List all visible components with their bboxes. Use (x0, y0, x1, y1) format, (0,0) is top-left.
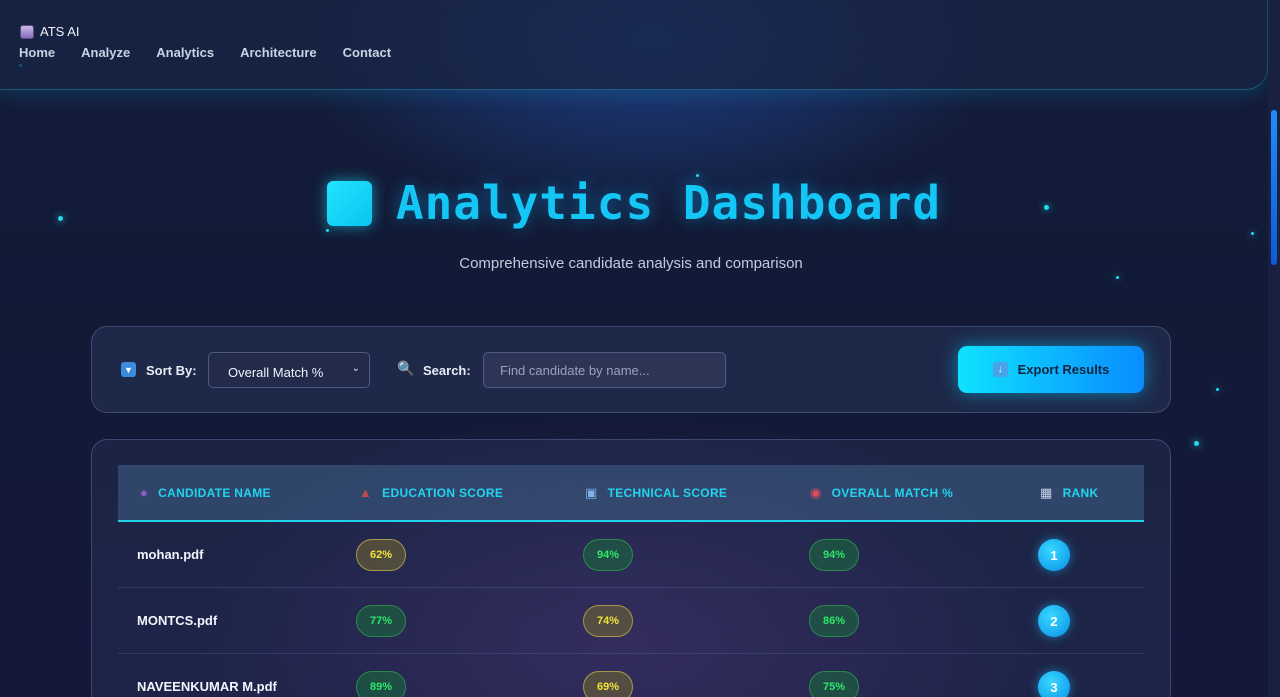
nav-link-home[interactable]: Home (19, 45, 55, 60)
candidate-name: MONTCS.pdf (137, 613, 218, 628)
glow-particle (1194, 441, 1199, 446)
chart-icon: ▦ (1040, 485, 1053, 500)
education-score-badge: 62% (356, 539, 407, 571)
col-overall-match[interactable]: ◉ OVERALL MATCH % (810, 485, 953, 501)
education-score-badge: 89% (356, 671, 407, 697)
col-technical-score[interactable]: ▣ TECHNICAL SCORE (585, 485, 727, 501)
col-education-score-label: EDUCATION SCORE (382, 485, 504, 500)
technical-score-badge: 94% (583, 539, 634, 571)
rank-badge: 3 (1038, 671, 1070, 697)
page-title: Analytics Dashboard (0, 176, 1268, 230)
overall-match-badge: 94% (809, 539, 860, 571)
technical-score-badge: 69% (583, 671, 634, 697)
laptop-icon: ▣ (585, 485, 598, 500)
table-row[interactable]: MONTCS.pdf 77% 74% 86% 2 (118, 588, 1144, 654)
glow-particle (1251, 232, 1254, 235)
page-scrollbar[interactable] (1268, 0, 1280, 697)
page-title-text: Analytics Dashboard (395, 176, 942, 230)
page-subtitle: Comprehensive candidate analysis and com… (459, 255, 803, 272)
search-icon: 🔍 (397, 360, 415, 376)
nav-link-analyze[interactable]: Analyze (81, 45, 130, 60)
search-input[interactable] (483, 352, 726, 388)
col-education-score[interactable]: ▲ EDUCATION SCORE (359, 485, 503, 500)
table-header: ● CANDIDATE NAME ▲ EDUCATION SCORE ▣ TEC… (118, 465, 1144, 522)
brand-name: ATS AI (40, 24, 80, 39)
sort-select[interactable]: Overall Match % ⌄ (208, 352, 370, 388)
candidate-name: mohan.pdf (137, 547, 204, 562)
download-icon: ↓ (992, 362, 1008, 377)
technical-score-badge: 74% (583, 605, 634, 637)
navbar: ATS AI Home Analyze Analytics Architectu… (0, 0, 1268, 90)
sort-icon: ▼ (121, 362, 136, 377)
brand[interactable]: ATS AI (20, 24, 80, 39)
rank-badge: 2 (1038, 605, 1070, 637)
col-rank-label: RANK (1062, 486, 1099, 500)
glow-particle (1216, 388, 1219, 391)
overall-match-badge: 86% (809, 605, 860, 637)
education-score-badge: 77% (356, 605, 407, 637)
export-results-button[interactable]: ↓ Export Results (958, 346, 1144, 393)
candidate-name: NAVEENKUMAR M.pdf (137, 679, 277, 694)
glow-particle (1116, 276, 1119, 279)
scrollbar-thumb[interactable] (1271, 110, 1277, 265)
nav-link-analytics[interactable]: Analytics (156, 45, 214, 60)
nav-link-contact[interactable]: Contact (343, 45, 391, 60)
rank-badge: 1 (1038, 539, 1070, 571)
nav-link-architecture[interactable]: Architecture (240, 45, 317, 60)
col-candidate-name[interactable]: ● CANDIDATE NAME (140, 485, 271, 500)
overall-match-badge: 75% (809, 671, 860, 697)
robot-icon (20, 24, 34, 39)
user-icon: ● (140, 485, 149, 500)
sort-select-value: Overall Match % (228, 365, 324, 380)
controls-panel: ▼ Sort By: Overall Match % ⌄ 🔍 Search: ↓… (91, 326, 1171, 413)
search-label: Search: (423, 363, 471, 378)
sort-label: Sort By: (146, 363, 197, 378)
col-rank[interactable]: ▦ RANK (1040, 485, 1098, 501)
target-icon: ◉ (810, 485, 822, 500)
col-technical-score-label: TECHNICAL SCORE (607, 486, 728, 500)
table-row[interactable]: mohan.pdf 62% 94% 94% 1 (118, 522, 1144, 588)
graduation-cap-icon: ▲ (359, 485, 373, 500)
nav-links: Home Analyze Analytics Architecture Cont… (19, 45, 391, 60)
col-candidate-name-label: CANDIDATE NAME (158, 485, 271, 500)
chevron-down-icon: ⌄ (351, 363, 360, 374)
col-overall-match-label: OVERALL MATCH % (831, 486, 954, 500)
table-row[interactable]: NAVEENKUMAR M.pdf 89% 69% 75% 3 (118, 654, 1144, 697)
export-results-label: Export Results (1017, 362, 1110, 377)
results-table: ● CANDIDATE NAME ▲ EDUCATION SCORE ▣ TEC… (91, 439, 1171, 697)
dashboard-icon (326, 180, 372, 226)
